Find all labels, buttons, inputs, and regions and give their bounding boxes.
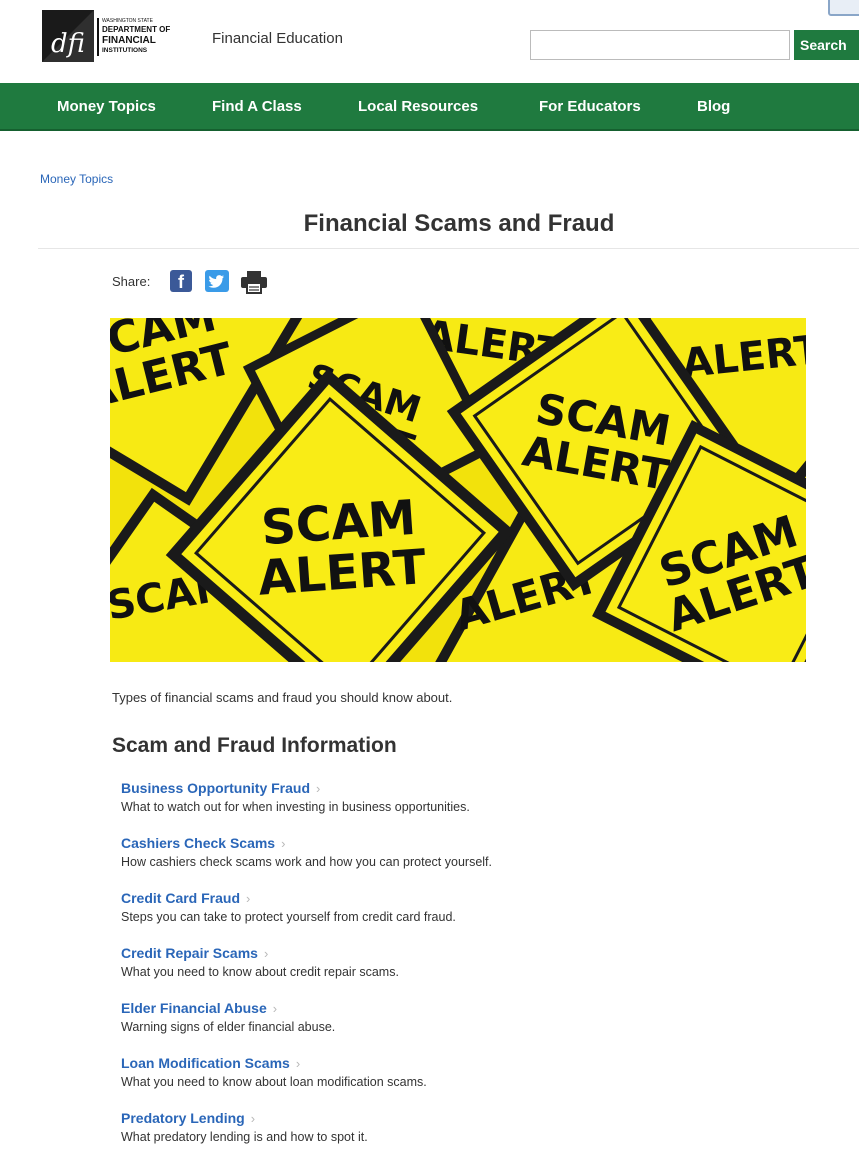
topic-title: Cashiers Check Scams: [121, 835, 276, 851]
topic-description: Warning signs of elder financial abuse.: [121, 1020, 336, 1034]
list-item: Elder Financial Abuse › Warning signs of …: [121, 1000, 821, 1055]
sign-word-10: ALERT: [256, 539, 428, 607]
list-item: Credit Card Fraud › Steps you can take to…: [121, 890, 821, 945]
list-item: Credit Repair Scams › What you need to kn…: [121, 945, 821, 1000]
topic-description: How cashiers check scams work and how yo…: [121, 855, 492, 869]
topic-link-business-opportunity-fraud[interactable]: Business Opportunity Fraud ›: [121, 780, 821, 796]
list-item: Cashiers Check Scams › How cashiers check…: [121, 835, 821, 890]
site-name: Financial Education: [212, 30, 343, 47]
topic-description: What you need to know about loan modific…: [121, 1075, 427, 1089]
topic-title: Predatory Lending: [121, 1110, 245, 1126]
chevron-right-icon: ›: [281, 836, 286, 851]
search-input[interactable]: [530, 30, 790, 60]
topic-link-credit-card-fraud[interactable]: Credit Card Fraud ›: [121, 890, 821, 906]
list-item: Loan Modification Scams › What you need t…: [121, 1055, 821, 1110]
search-button[interactable]: Search: [794, 30, 859, 60]
topic-description: Steps you can take to protect yourself f…: [121, 910, 456, 924]
topic-title: Credit Repair Scams: [121, 945, 258, 961]
main-nav: Money Topics Find A Class Local Resource…: [0, 83, 859, 131]
dfi-logo[interactable]: dfi WASHINGTON STATE DEPARTMENT OF FINAN…: [40, 8, 190, 64]
page-title: Financial Scams and Fraud: [303, 210, 615, 237]
scam-topic-list: Business Opportunity Fraud › What to watc…: [121, 780, 821, 1162]
list-item: Predatory Lending › What predatory lendin…: [121, 1110, 821, 1162]
logo-line-1: WASHINGTON STATE: [102, 18, 154, 24]
nav-for-educators[interactable]: For Educators: [539, 98, 641, 115]
share-label: Share:: [112, 274, 151, 289]
logo-line-4: INSTITUTIONS: [102, 47, 148, 54]
topic-title: Business Opportunity Fraud: [121, 780, 311, 796]
logo-line-3: FINANCIAL: [102, 35, 156, 46]
topic-link-elder-financial-abuse[interactable]: Elder Financial Abuse ›: [121, 1000, 821, 1016]
topic-title: Loan Modification Scams: [121, 1055, 290, 1071]
twitter-icon[interactable]: [205, 270, 229, 292]
topic-description: What predatory lending is and how to spo…: [121, 1130, 368, 1144]
topic-title: Credit Card Fraud: [121, 890, 241, 906]
nav-money-topics[interactable]: Money Topics: [57, 98, 156, 115]
topic-description: What to watch out for when investing in …: [121, 800, 470, 814]
print-icon[interactable]: [240, 270, 268, 294]
nav-blog[interactable]: Blog: [697, 98, 730, 115]
facebook-icon[interactable]: f: [170, 270, 192, 292]
logo-line-2: DEPARTMENT OF: [102, 25, 170, 34]
intro-text: Types of financial scams and fraud you s…: [112, 690, 453, 705]
list-item: Business Opportunity Fraud › What to watc…: [121, 780, 821, 835]
topic-link-credit-repair-scams[interactable]: Credit Repair Scams ›: [121, 945, 821, 961]
chevron-right-icon: ›: [263, 946, 269, 961]
nav-local-resources[interactable]: Local Resources: [358, 98, 478, 115]
chevron-right-icon: ›: [295, 1056, 301, 1071]
topic-link-loan-modification-scams[interactable]: Loan Modification Scams ›: [121, 1055, 821, 1071]
topic-link-cashiers-check-scams[interactable]: Cashiers Check Scams ›: [121, 835, 821, 851]
breadcrumb-money-topics[interactable]: Money Topics: [40, 172, 113, 186]
topic-title: Elder Financial Abuse: [121, 1000, 267, 1016]
topic-description: What you need to know about credit repai…: [121, 965, 399, 979]
nav-find-a-class[interactable]: Find A Class: [212, 98, 302, 115]
chevron-right-icon: ›: [246, 891, 251, 906]
section-heading: Scam and Fraud Information: [112, 734, 397, 757]
chevron-right-icon: ›: [272, 1001, 278, 1016]
topic-link-predatory-lending[interactable]: Predatory Lending ›: [121, 1110, 821, 1126]
title-divider: [38, 248, 859, 249]
window-corner-widget: [828, 0, 859, 16]
chevron-right-icon: ›: [316, 781, 321, 796]
chevron-right-icon: ›: [250, 1111, 256, 1126]
site-header: dfi WASHINGTON STATE DEPARTMENT OF FINAN…: [0, 0, 859, 83]
scam-alert-hero-image: SCAM ALERT ALERT ALERT SCAM ALERT SCAM A…: [110, 318, 806, 662]
logo-mark: dfi: [51, 29, 85, 59]
